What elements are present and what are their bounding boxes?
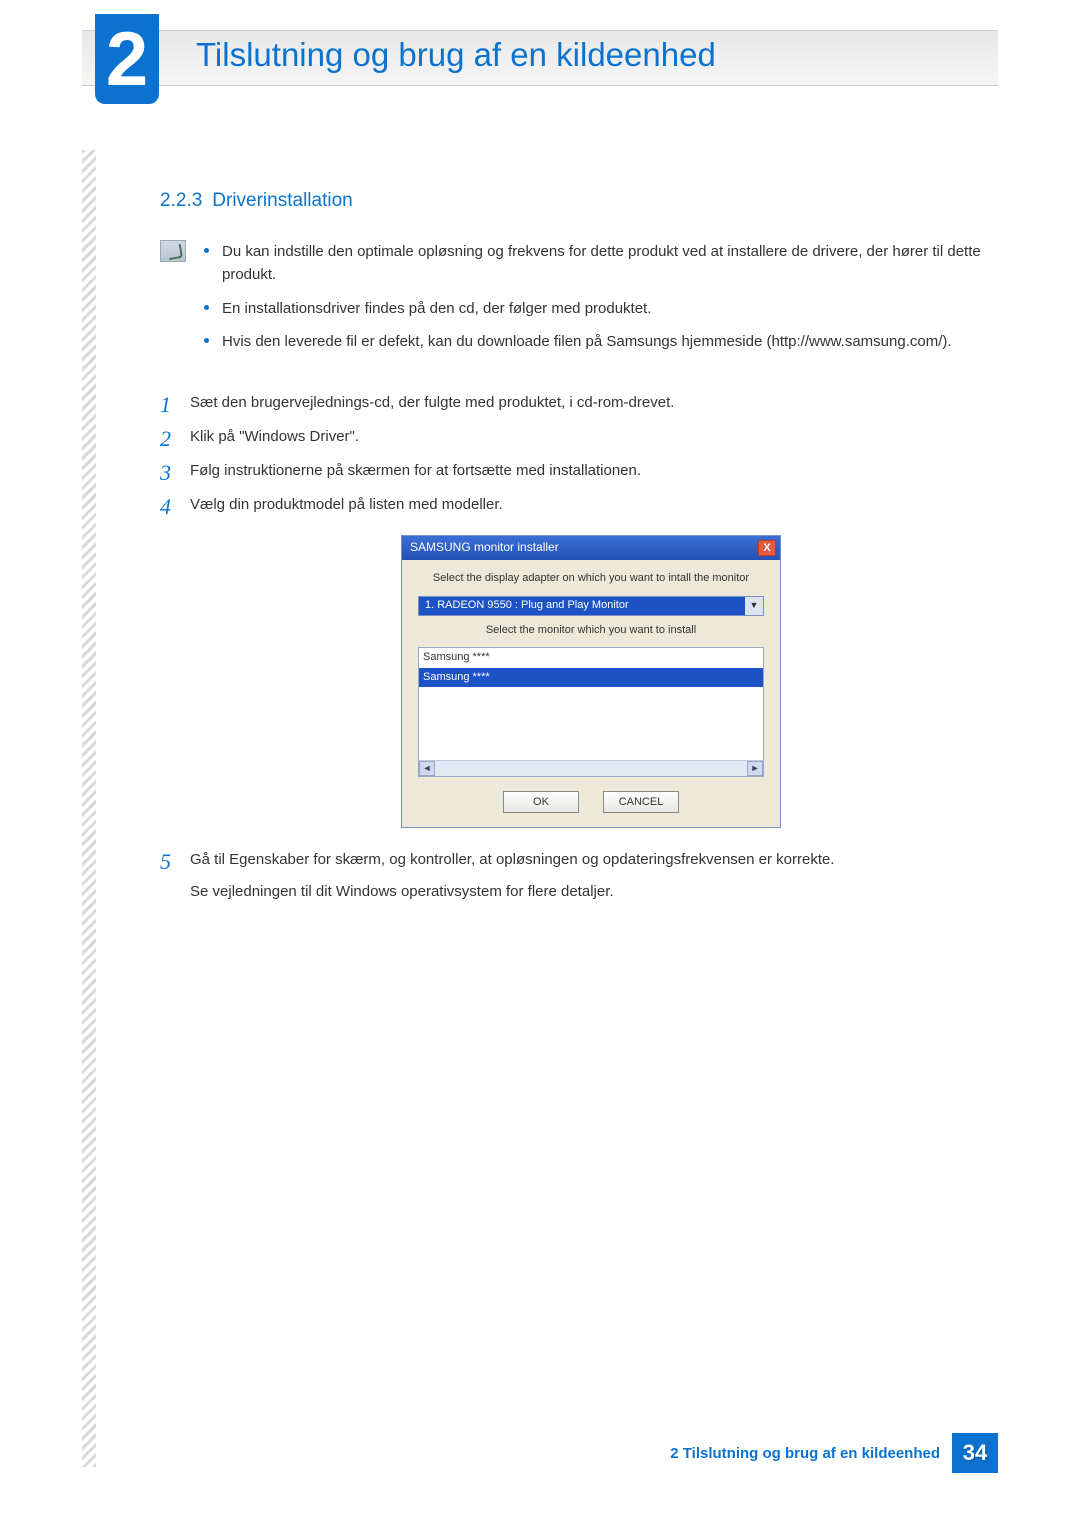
note-block: Du kan indstille den optimale opløsning … <box>160 240 992 363</box>
section-title: Driverinstallation <box>212 190 352 211</box>
adapter-select[interactable]: 1. RADEON 9550 : Plug and Play Monitor ▼ <box>418 596 764 616</box>
installer-button-row: OK CANCEL <box>418 791 764 813</box>
page-number: 34 <box>952 1433 998 1473</box>
footer-chapter-ref: 2 Tilslutning og brug af en kildeenhed <box>670 1445 952 1462</box>
scroll-left-icon[interactable]: ◄ <box>419 761 435 776</box>
chapter-number: 2 <box>106 16 148 103</box>
note-item: En installationsdriver findes på den cd,… <box>204 297 992 320</box>
note-list: Du kan indstille den optimale opløsning … <box>204 240 992 363</box>
decorative-stripe <box>82 150 96 1467</box>
step-item: 1 Sæt den brugervejlednings-cd, der fulg… <box>160 391 992 415</box>
step-text: Vælg din produktmodel på listen med mode… <box>190 496 503 513</box>
chevron-down-icon: ▼ <box>745 597 763 615</box>
step-number: 5 <box>160 844 171 879</box>
list-item[interactable]: Samsung **** <box>419 648 763 668</box>
note-item: Du kan indstille den optimale opløsning … <box>204 240 992 287</box>
installer-body: Select the display adapter on which you … <box>402 560 780 827</box>
note-icon <box>160 240 186 262</box>
step-extra-text: Se vejledningen til dit Windows operativ… <box>190 880 992 904</box>
step-number: 4 <box>160 489 171 524</box>
monitor-listbox[interactable]: Samsung **** Samsung **** ◄ ► <box>418 647 764 777</box>
step-text: Sæt den brugervejlednings-cd, der fulgte… <box>190 394 674 411</box>
page-footer: 2 Tilslutning og brug af en kildeenhed 3… <box>670 1433 998 1473</box>
step-text: Klik på "Windows Driver". <box>190 428 359 445</box>
chapter-title: Tilslutning og brug af en kildeenhed <box>196 36 716 74</box>
monitor-label: Select the monitor which you want to ins… <box>418 622 764 640</box>
horizontal-scrollbar[interactable]: ◄ ► <box>419 760 763 776</box>
installer-titlebar: SAMSUNG monitor installer X <box>402 536 780 560</box>
step-item: 3 Følg instruktionerne på skærmen for at… <box>160 459 992 483</box>
step-text: Gå til Egenskaber for skærm, og kontroll… <box>190 851 835 868</box>
installer-title: SAMSUNG monitor installer <box>410 538 559 557</box>
step-list: 1 Sæt den brugervejlednings-cd, der fulg… <box>160 391 992 904</box>
step-number: 1 <box>160 387 171 422</box>
chapter-badge: 2 <box>95 14 159 104</box>
step-item: 4 Vælg din produktmodel på listen med mo… <box>160 493 992 828</box>
cancel-button[interactable]: CANCEL <box>603 791 679 813</box>
step-item: 5 Gå til Egenskaber for skærm, og kontro… <box>160 848 992 904</box>
close-button[interactable]: X <box>758 540 776 556</box>
note-item: Hvis den leverede fil er defekt, kan du … <box>204 330 992 353</box>
step-number: 2 <box>160 421 171 456</box>
content-region: 2.2.3 Driverinstallation Du kan indstille… <box>160 190 992 914</box>
scroll-right-icon[interactable]: ► <box>747 761 763 776</box>
ok-button[interactable]: OK <box>503 791 579 813</box>
list-item-selected[interactable]: Samsung **** <box>419 668 763 688</box>
installer-dialog: SAMSUNG monitor installer X Select the d… <box>401 535 781 828</box>
section-heading: 2.2.3 Driverinstallation <box>160 190 992 212</box>
section-number: 2.2.3 <box>160 190 202 211</box>
step-item: 2 Klik på "Windows Driver". <box>160 425 992 449</box>
adapter-label: Select the display adapter on which you … <box>418 570 764 588</box>
step-number: 3 <box>160 455 171 490</box>
adapter-value: 1. RADEON 9550 : Plug and Play Monitor <box>419 597 745 615</box>
step-text: Følg instruktionerne på skærmen for at f… <box>190 462 641 479</box>
